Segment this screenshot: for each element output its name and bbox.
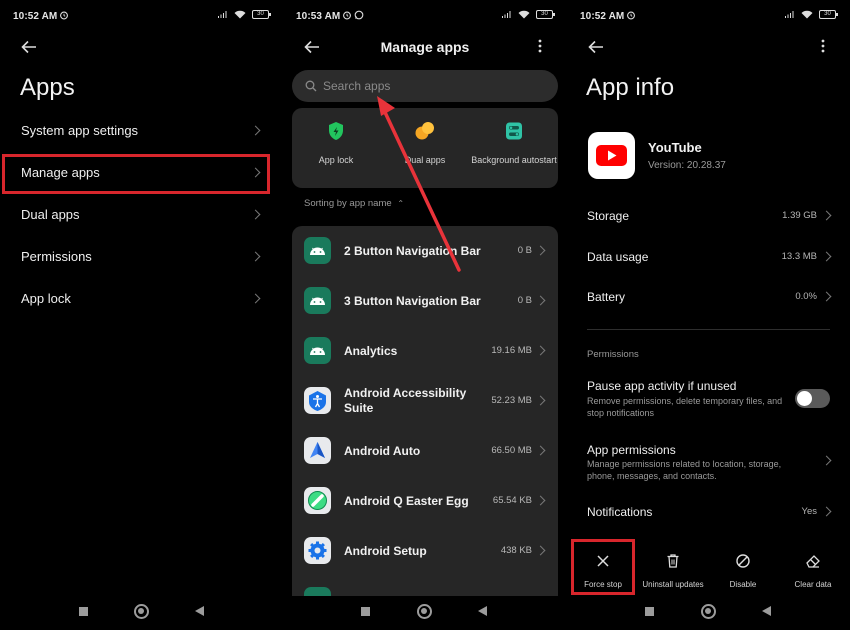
chevron-right-icon	[250, 251, 261, 262]
alarm-icon	[60, 11, 68, 20]
menu-item-app-lock[interactable]: App lock	[0, 281, 283, 317]
battery-level: 30	[257, 11, 264, 17]
alarm-icon	[627, 11, 635, 20]
row-value: Yes	[801, 506, 818, 517]
row-label: Storage	[587, 209, 630, 223]
row-label: Battery	[587, 290, 626, 304]
chevron-right-icon	[821, 506, 832, 517]
more-options-icon[interactable]	[820, 38, 826, 54]
battery-row[interactable]: Battery 0.0%	[567, 280, 850, 316]
signal-icon	[218, 11, 227, 18]
chevron-right-icon	[250, 293, 261, 304]
status-bar: 10:52 AM 30	[567, 0, 850, 34]
recents-nav-button[interactable]	[645, 607, 654, 616]
status-bar: 10:52 AM 30	[0, 0, 283, 34]
recents-nav-button[interactable]	[361, 607, 370, 616]
pause-activity-toggle[interactable]	[795, 389, 830, 408]
row-value: 13.3 MB	[781, 251, 817, 262]
action-label: Clear data	[794, 580, 832, 589]
clear-data-button[interactable]: Clear data	[778, 553, 848, 589]
recents-nav-button[interactable]	[79, 607, 88, 616]
row-description: Manage permissions related to location, …	[587, 459, 782, 481]
row-label: Notifications	[587, 505, 653, 519]
manage-apps-screen: 10:53 AM 30 Manage apps Search apps App …	[283, 0, 567, 630]
annotation-arrow	[377, 96, 461, 272]
chevron-right-icon	[821, 251, 832, 262]
notifications-row[interactable]: Notifications Yes	[567, 495, 850, 531]
disable-button[interactable]: Disable	[708, 553, 778, 589]
status-time: 10:52 AM	[13, 11, 58, 22]
chevron-right-icon	[250, 125, 261, 136]
battery-level: 30	[824, 11, 831, 17]
home-nav-button[interactable]	[134, 604, 149, 619]
action-label: Uninstall updates	[642, 580, 704, 589]
menu-item-system-app-settings[interactable]: System app settings	[0, 113, 283, 149]
page-title: App info	[586, 74, 675, 101]
app-version: Version: 20.28.37	[648, 160, 726, 171]
apps-settings-screen: 10:52 AM 30 Apps System app settings Man…	[0, 0, 283, 630]
wifi-icon	[801, 10, 813, 19]
uninstall-updates-button[interactable]: Uninstall updates	[638, 553, 708, 589]
app-name: YouTube	[648, 140, 702, 155]
row-value: 1.39 GB	[782, 210, 817, 221]
menu-item-label: App lock	[21, 291, 71, 306]
back-nav-button[interactable]	[195, 606, 204, 616]
back-arrow-icon[interactable]	[20, 38, 38, 56]
menu-item-label: Dual apps	[21, 207, 80, 222]
menu-item-label: System app settings	[21, 123, 139, 138]
status-time: 10:52 AM	[580, 11, 625, 22]
app-permissions-row[interactable]: App permissions Manage permissions relat…	[567, 439, 850, 485]
battery-icon: 30	[819, 10, 838, 19]
trash-icon	[667, 554, 679, 568]
eraser-icon	[806, 555, 820, 568]
data-usage-row[interactable]: Data usage 13.3 MB	[567, 240, 850, 276]
page-title: Apps	[20, 74, 75, 101]
toggle-knob	[797, 391, 812, 406]
chevron-right-icon	[821, 210, 832, 221]
home-nav-button[interactable]	[701, 604, 716, 619]
menu-item-dual-apps[interactable]: Dual apps	[0, 197, 283, 233]
chevron-right-icon	[821, 291, 832, 302]
back-nav-button[interactable]	[762, 606, 771, 616]
signal-icon	[785, 11, 794, 18]
highlight-box-manage-apps	[2, 154, 270, 194]
row-title: App permissions	[587, 443, 676, 457]
pause-activity-row[interactable]: Pause app activity if unused Remove perm…	[567, 376, 850, 424]
row-description: Remove permissions, delete temporary fil…	[587, 396, 783, 418]
youtube-logo-icon	[588, 132, 635, 179]
chevron-right-icon	[821, 455, 832, 466]
back-nav-button[interactable]	[478, 606, 487, 616]
battery-icon: 30	[252, 10, 271, 19]
row-value: 0.0%	[795, 291, 817, 302]
row-title: Pause app activity if unused	[587, 379, 737, 393]
home-nav-button[interactable]	[417, 604, 432, 619]
back-arrow-icon[interactable]	[587, 38, 605, 56]
menu-item-permissions[interactable]: Permissions	[0, 239, 283, 275]
row-label: Data usage	[587, 250, 649, 264]
app-info-screen: 10:52 AM 30 App info YouTube Version: 20…	[567, 0, 850, 630]
wifi-icon	[234, 10, 246, 19]
storage-row[interactable]: Storage 1.39 GB	[567, 199, 850, 235]
disable-icon	[736, 554, 750, 568]
highlight-box-force-stop	[571, 539, 635, 595]
section-header: Permissions	[587, 349, 639, 360]
menu-item-label: Permissions	[21, 249, 92, 264]
chevron-right-icon	[250, 209, 261, 220]
action-label: Disable	[729, 580, 757, 589]
section-divider	[587, 329, 830, 330]
